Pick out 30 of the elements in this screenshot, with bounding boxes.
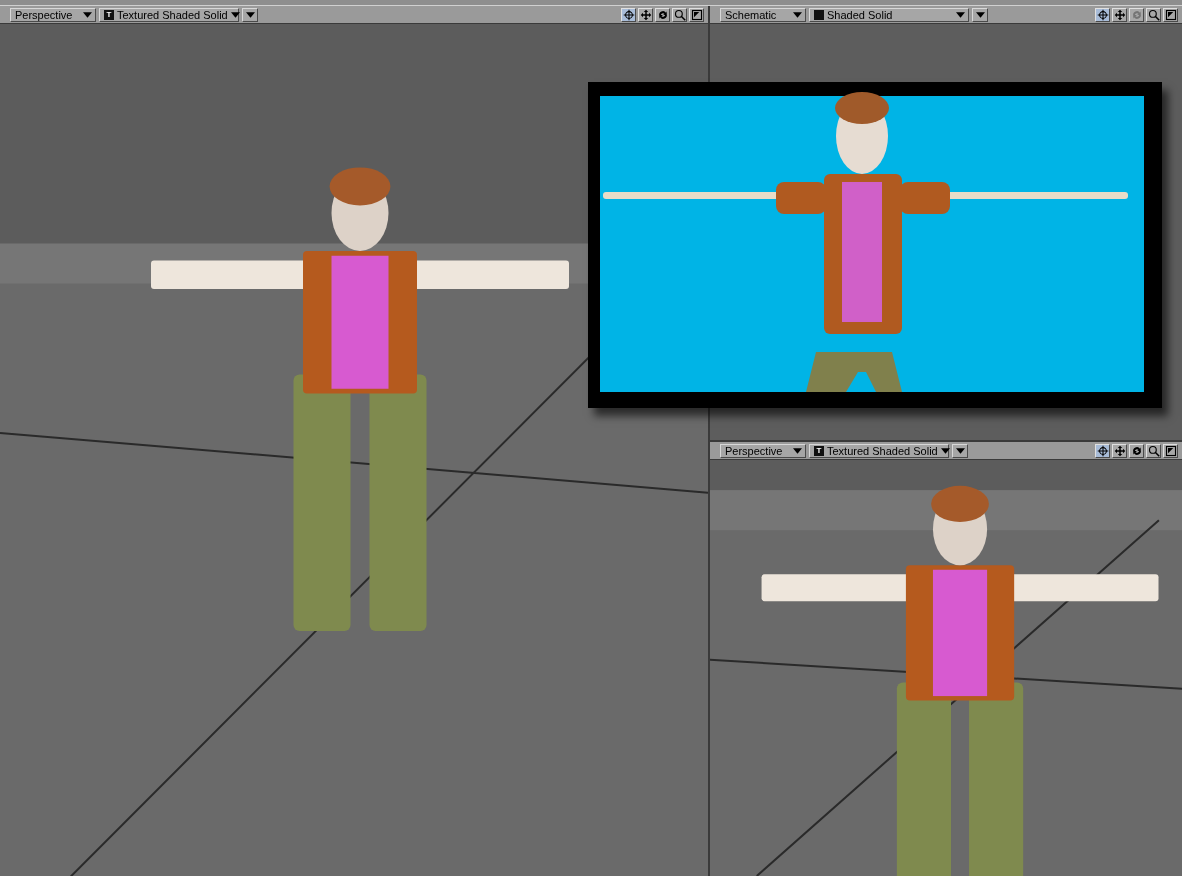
shading-dropdown[interactable]: T Textured Shaded Solid [99,7,239,22]
view-dropdown[interactable]: Perspective [720,443,806,458]
options-dropdown[interactable] [972,7,988,22]
move-arrows-icon[interactable] [638,7,653,22]
rotate-icon[interactable] [1129,443,1144,458]
square-icon [814,9,824,20]
zoom-icon[interactable] [672,7,687,22]
rotate-icon[interactable] [655,7,670,22]
texture-icon: T [814,445,824,456]
zoom-icon[interactable] [1146,7,1161,22]
shading-dropdown[interactable]: Shaded Solid [809,7,969,22]
move-arrows-icon[interactable] [1112,7,1127,22]
caret-icon [793,447,802,454]
caret-icon [83,11,92,18]
maximize-icon[interactable] [1163,443,1178,458]
shading-dropdown[interactable]: T Textured Shaded Solid [809,443,949,458]
maximize-icon[interactable] [689,7,704,22]
maximize-icon[interactable] [1163,7,1178,22]
crosshair-icon[interactable] [1095,443,1110,458]
options-dropdown[interactable] [952,443,968,458]
options-dropdown[interactable] [242,7,258,22]
zoom-icon[interactable] [1146,443,1161,458]
texture-icon: T [104,9,114,20]
crosshair-icon[interactable] [621,7,636,22]
crosshair-icon[interactable] [1095,7,1110,22]
view-dropdown[interactable]: Perspective [10,7,96,22]
move-arrows-icon[interactable] [1112,443,1127,458]
caret-icon [956,11,965,18]
caret-icon [793,11,802,18]
view-dropdown[interactable]: Schematic [720,7,806,22]
